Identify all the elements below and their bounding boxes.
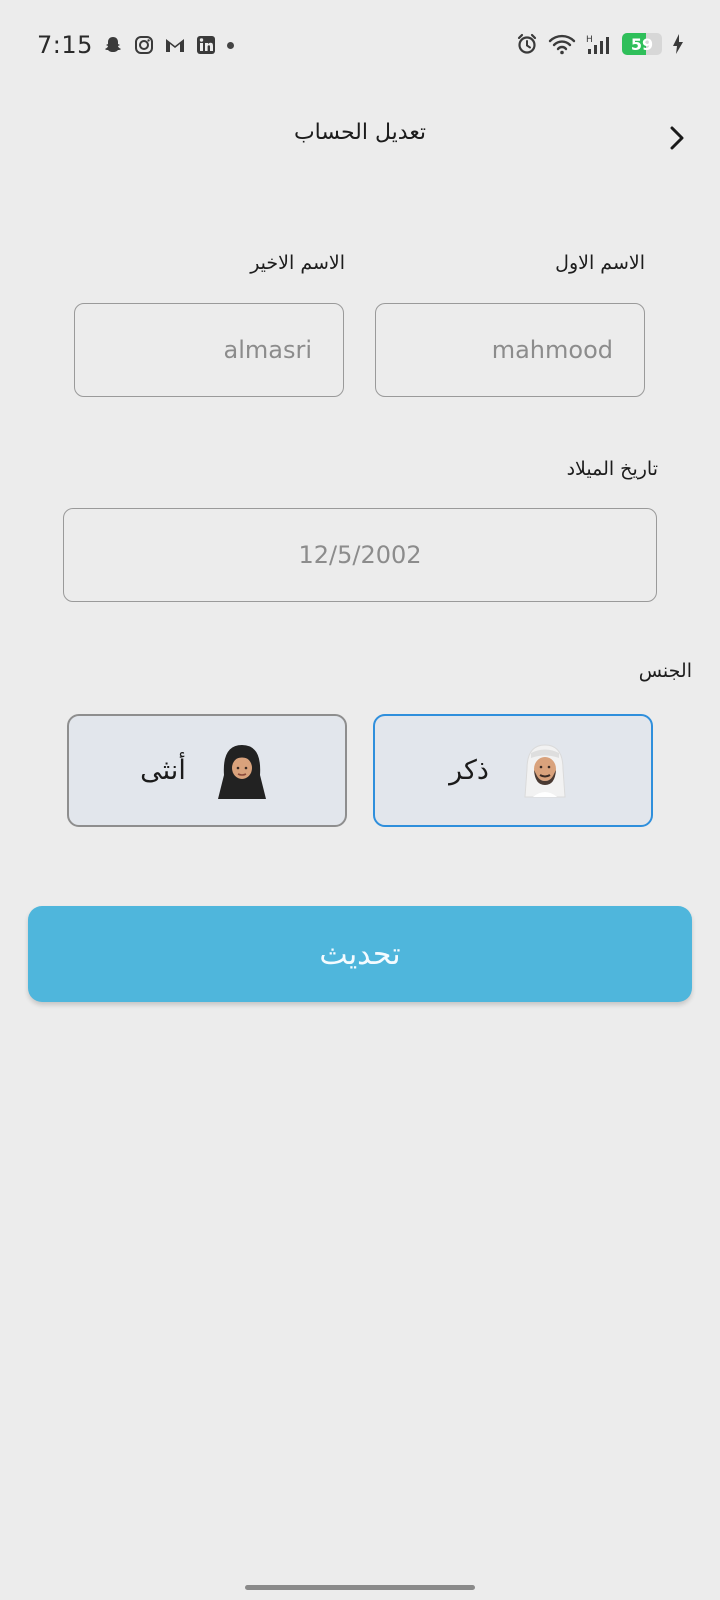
battery-indicator: 59 [622, 33, 662, 55]
home-indicator[interactable] [245, 1585, 475, 1590]
battery-percent: 59 [630, 34, 654, 54]
last-name-label: الاسم الاخير [250, 252, 345, 274]
update-button-label: تحديث [319, 936, 401, 972]
gender-option-male-label: ذكر [449, 755, 489, 786]
gender-option-female-label: أنثى [140, 755, 186, 786]
birth-date-value: 12/5/2002 [298, 541, 422, 569]
wifi-icon [548, 33, 576, 55]
linkedin-icon [195, 34, 217, 56]
gender-label: الجنس [638, 660, 692, 682]
first-name-value: mahmood [491, 336, 613, 364]
status-bar-right: H 59 [516, 33, 684, 55]
charging-icon [672, 33, 684, 55]
update-button[interactable]: تحديث [28, 906, 692, 1002]
alarm-icon [516, 33, 538, 55]
more-notifications-dot [226, 41, 234, 49]
status-time: 7:15 [37, 31, 93, 59]
back-button[interactable] [662, 121, 692, 155]
signal-icon: H [586, 33, 612, 55]
man-avatar-icon [524, 743, 566, 797]
instagram-icon [133, 34, 155, 56]
gmail-icon [164, 34, 186, 56]
snapchat-icon [102, 34, 124, 56]
status-bar-left: 7:15 [37, 31, 234, 59]
page-title: تعديل الحساب [293, 120, 427, 145]
birth-date-label: تاريخ الميلاد [566, 458, 658, 480]
first-name-field[interactable]: mahmood [375, 303, 645, 397]
chevron-right-icon [670, 126, 684, 150]
last-name-value: almasri [223, 336, 313, 364]
gender-option-female[interactable]: أنثى [67, 714, 347, 827]
woman-avatar-icon [217, 744, 266, 799]
birth-date-field[interactable]: 12/5/2002 [63, 508, 657, 602]
first-name-label: الاسم الاول [555, 252, 645, 274]
last-name-field[interactable]: almasri [74, 303, 344, 397]
gender-option-male[interactable]: ذكر [373, 714, 653, 827]
status-bar: 7:15 H 59 [0, 0, 720, 92]
svg-text:H: H [586, 35, 593, 45]
